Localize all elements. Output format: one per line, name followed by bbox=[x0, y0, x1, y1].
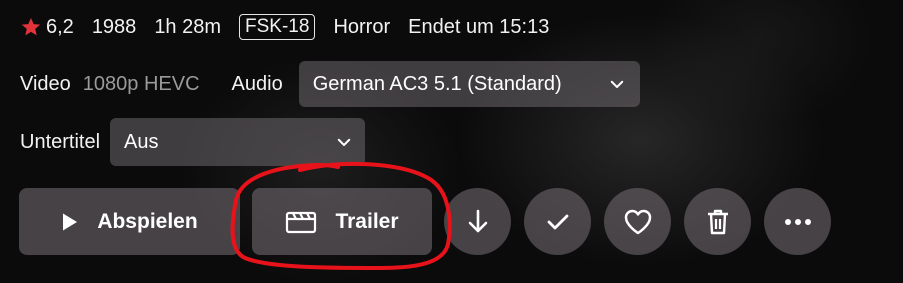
mark-watched-button[interactable] bbox=[524, 188, 591, 255]
runtime: 1h 28m bbox=[154, 15, 222, 38]
subtitle-select[interactable]: Aus bbox=[110, 118, 366, 166]
video-label: Video bbox=[20, 72, 71, 95]
release-year: 1988 bbox=[91, 15, 137, 38]
star-icon bbox=[21, 18, 41, 36]
play-button[interactable]: Abspielen bbox=[19, 188, 240, 255]
trash-icon bbox=[707, 209, 728, 234]
age-rating-badge: FSK-18 bbox=[239, 14, 316, 40]
subtitle-label: Untertitel bbox=[20, 130, 101, 153]
delete-button[interactable] bbox=[684, 188, 751, 255]
subtitle-value: Aus bbox=[124, 130, 159, 153]
trailer-button-label: Trailer bbox=[335, 209, 399, 233]
download-icon bbox=[468, 209, 487, 232]
heart-icon bbox=[624, 209, 651, 234]
favorite-button[interactable] bbox=[604, 188, 671, 255]
trailer-button[interactable]: Trailer bbox=[252, 188, 432, 255]
download-button[interactable] bbox=[444, 188, 511, 255]
media-detail-panel: 6,2 1988 1h 28m FSK-18 Horror Endet um 1… bbox=[0, 0, 903, 283]
audio-track-select[interactable]: German AC3 5.1 (Standard) bbox=[298, 61, 640, 107]
genre: Horror bbox=[333, 15, 391, 38]
chevron-down-icon bbox=[610, 80, 623, 88]
checkmark-icon bbox=[547, 214, 568, 229]
more-options-button[interactable] bbox=[764, 188, 831, 255]
video-value: 1080p HEVC bbox=[82, 72, 200, 95]
clapperboard-icon bbox=[285, 210, 317, 234]
action-buttons: Abspielen Trailer bbox=[19, 187, 831, 256]
audio-track-value: German AC3 5.1 (Standard) bbox=[312, 72, 562, 95]
community-rating: 6,2 bbox=[20, 16, 74, 39]
subtitle-row: Untertitel Aus bbox=[20, 118, 366, 166]
play-icon bbox=[61, 212, 79, 232]
chevron-down-icon bbox=[337, 138, 351, 146]
more-icon bbox=[784, 218, 811, 225]
audio-label: Audio bbox=[231, 72, 283, 95]
stream-info-row: Video 1080p HEVC Audio German AC3 5.1 (S… bbox=[20, 61, 640, 107]
end-time: Endet um 15:13 bbox=[408, 15, 550, 38]
media-info-row: 6,2 1988 1h 28m FSK-18 Horror Endet um 1… bbox=[20, 12, 567, 42]
play-button-label: Abspielen bbox=[97, 209, 198, 233]
age-rating-label: FSK-18 bbox=[239, 14, 316, 40]
rating-value: 6,2 bbox=[46, 15, 74, 38]
